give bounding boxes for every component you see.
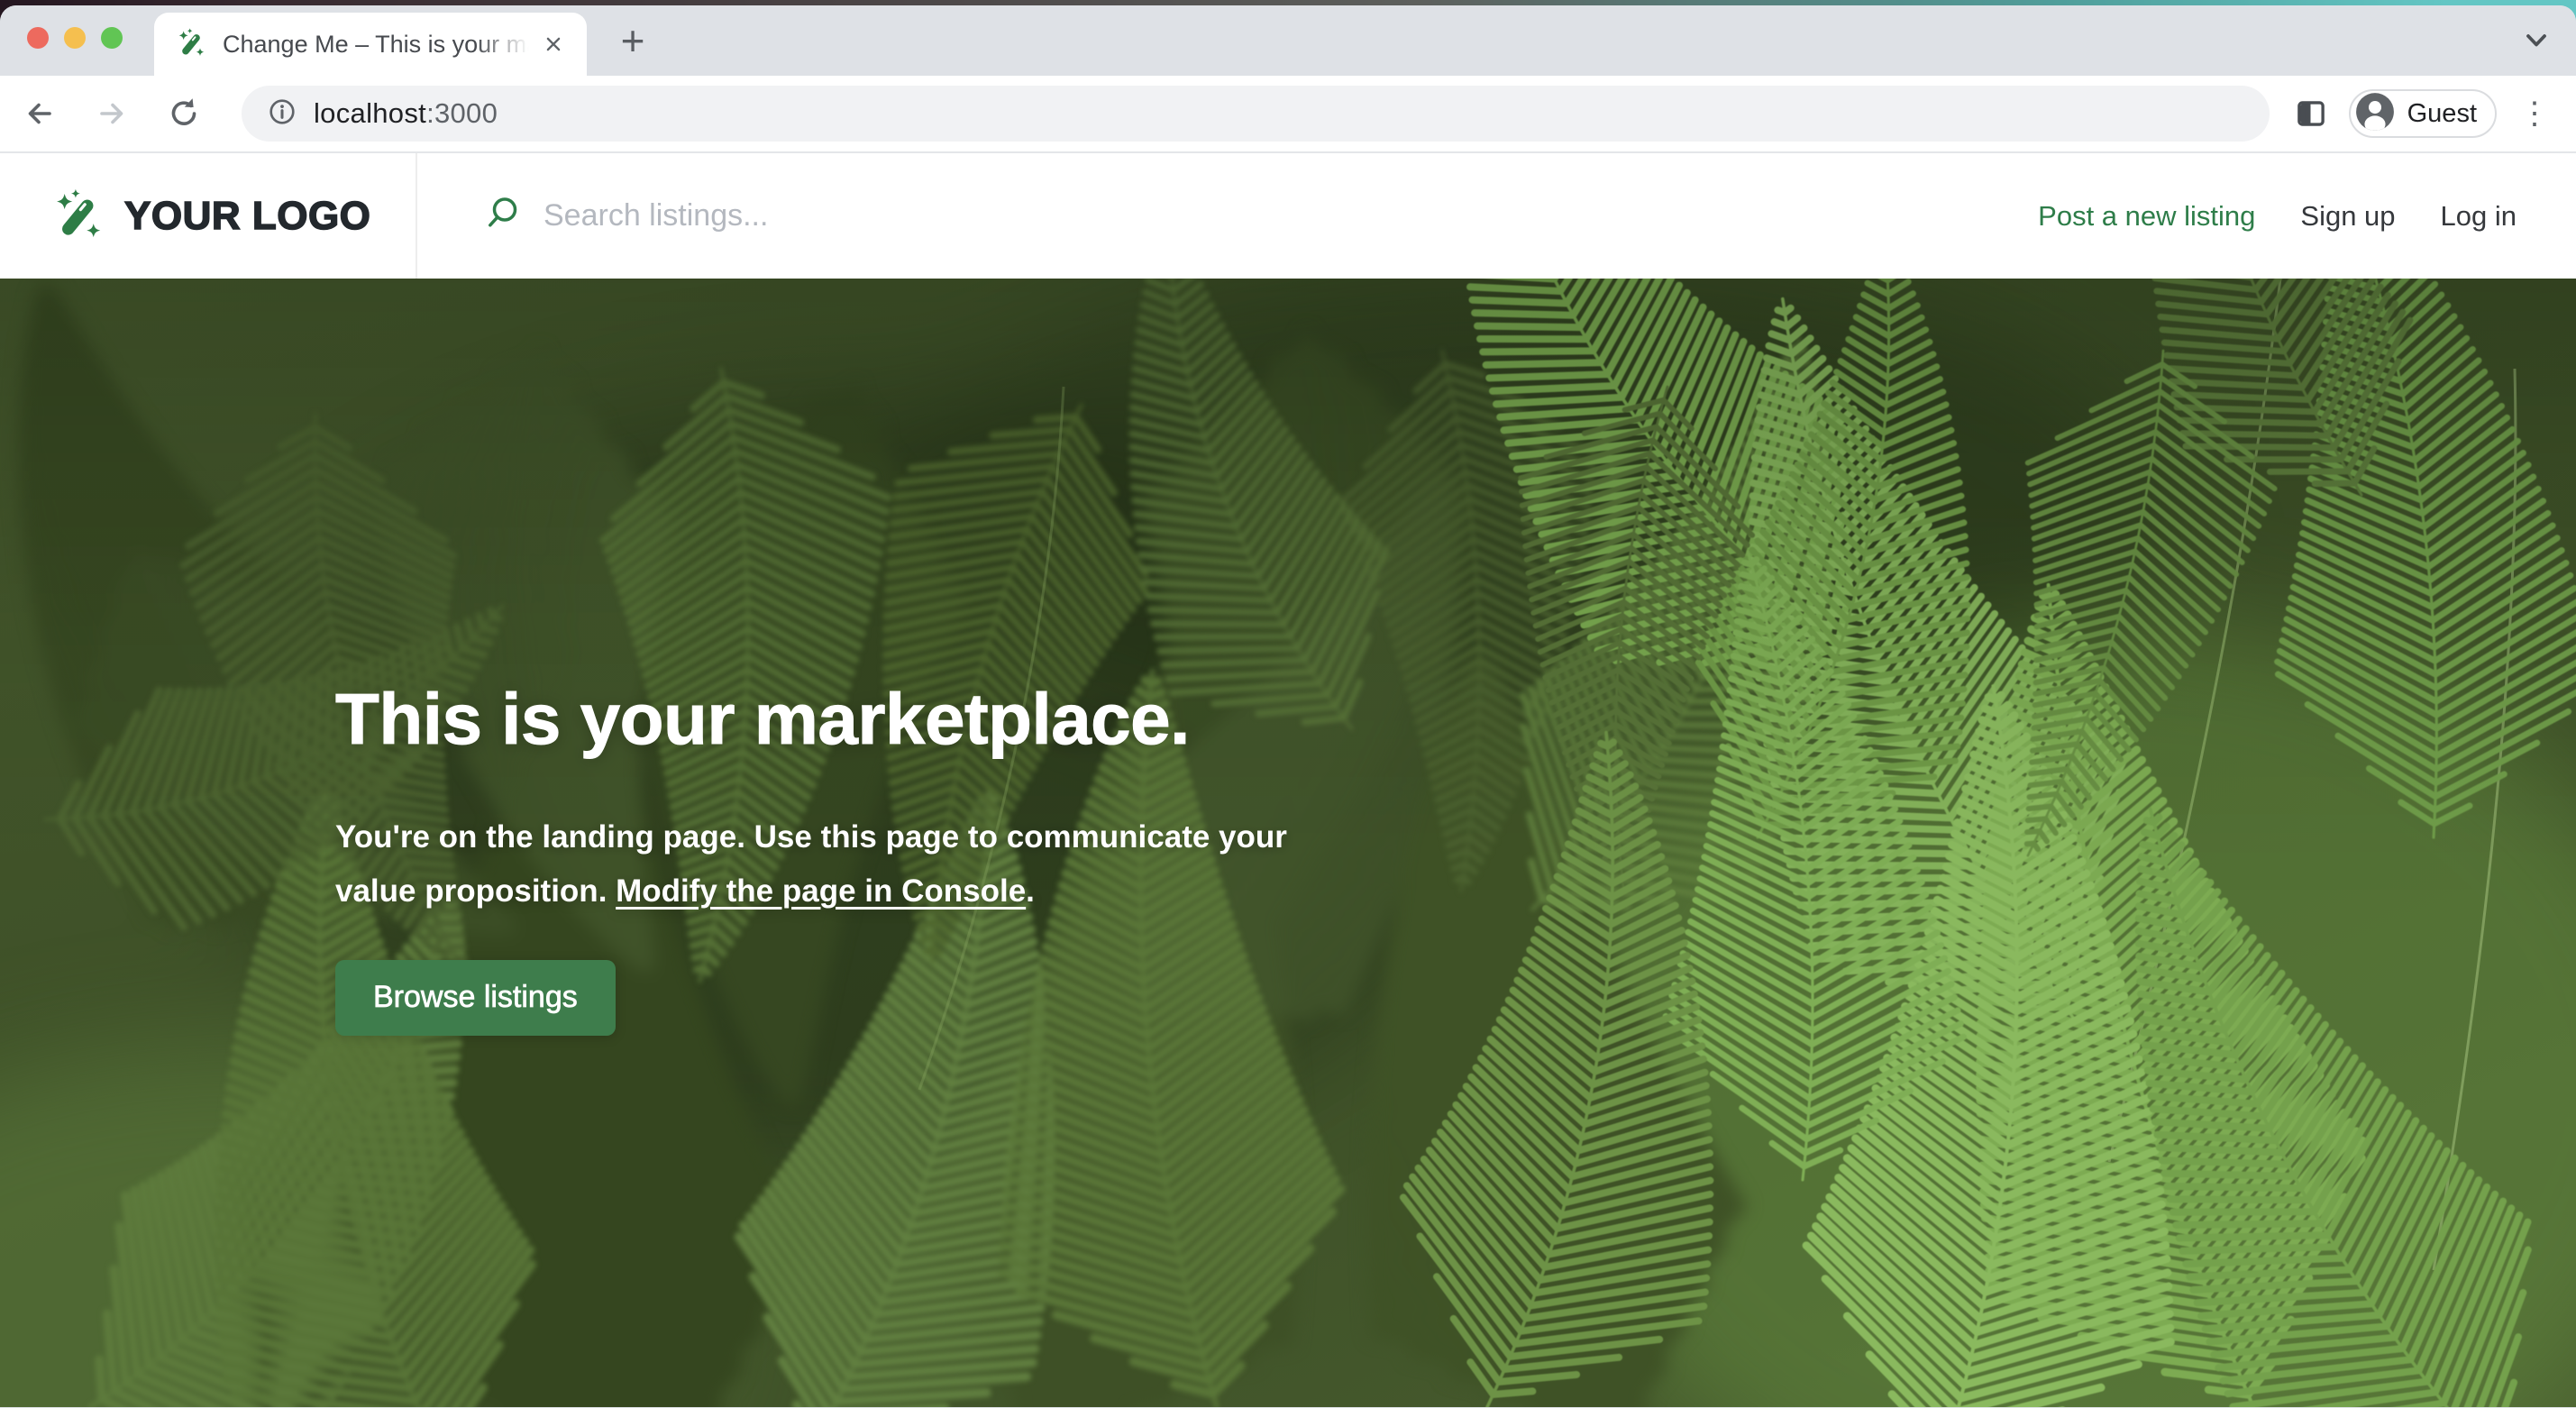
fullscreen-window-button[interactable]: [101, 27, 123, 49]
url-port: :3000: [426, 97, 498, 129]
search-input[interactable]: [544, 198, 1192, 233]
browser-tab[interactable]: Change Me – This is your marketplace: [154, 13, 587, 76]
hero-description: You're on the landing page. Use this pag…: [335, 810, 1287, 919]
profile-label: Guest: [2407, 99, 2477, 129]
sign-up-link[interactable]: Sign up: [2300, 200, 2395, 233]
minimize-window-button[interactable]: [64, 27, 86, 49]
post-new-listing-link[interactable]: Post a new listing: [2038, 200, 2255, 233]
logo-magic-wand-icon: [54, 188, 105, 243]
hero-description-line1: You're on the landing page. Use this pag…: [335, 810, 1287, 864]
back-icon[interactable]: [20, 94, 59, 133]
url-text: localhost:3000: [314, 97, 498, 130]
window-controls: [27, 27, 123, 49]
browser-window: Change Me – This is your marketplace +: [0, 5, 2576, 1408]
logo-link[interactable]: YOUR LOGO: [0, 153, 417, 279]
hero-description-period: .: [1026, 873, 1035, 909]
logo-text: YOUR LOGO: [124, 194, 370, 239]
guest-avatar-icon: [2355, 92, 2395, 136]
marketplace-page: YOUR LOGO Post a new listing Sign up Log…: [0, 153, 2576, 1407]
tab-close-icon[interactable]: [538, 29, 569, 59]
tab-title: Change Me – This is your marketplace: [223, 31, 538, 59]
tab-search-chevron-down-icon[interactable]: [2520, 5, 2553, 76]
forward-icon[interactable]: [92, 94, 132, 133]
close-window-button[interactable]: [27, 27, 49, 49]
tab-favicon-magic-wand-icon: [178, 28, 206, 61]
browser-toolbar: localhost:3000 Guest ⋮: [0, 76, 2576, 153]
url-host: localhost: [314, 97, 426, 129]
hero-section: This is your marketplace. You're on the …: [0, 279, 2576, 1407]
modify-in-console-link[interactable]: Modify the page in Console: [616, 873, 1026, 909]
profile-button[interactable]: Guest: [2349, 89, 2497, 138]
hero-description-line2: value proposition. Modify the page in Co…: [335, 864, 1287, 919]
browser-menu-kebab-icon[interactable]: ⋮: [2517, 94, 2553, 133]
hero-description-line2-text: value proposition.: [335, 873, 616, 909]
tab-strip: Change Me – This is your marketplace +: [0, 5, 2576, 76]
browse-listings-button[interactable]: Browse listings: [335, 960, 616, 1036]
log-in-link[interactable]: Log in: [2441, 200, 2517, 233]
search-icon: [482, 194, 522, 238]
side-panel-icon[interactable]: [2291, 94, 2331, 133]
address-bar[interactable]: localhost:3000: [242, 86, 2270, 142]
site-info-icon[interactable]: [267, 96, 297, 132]
site-header: YOUR LOGO Post a new listing Sign up Log…: [0, 153, 2576, 279]
header-nav: Post a new listing Sign up Log in: [2038, 153, 2576, 279]
hero-content: This is your marketplace. You're on the …: [335, 279, 1287, 1036]
reload-icon[interactable]: [164, 94, 204, 133]
hero-title: This is your marketplace.: [335, 679, 1287, 760]
search-bar: [417, 153, 2038, 279]
new-tab-button[interactable]: +: [609, 5, 656, 76]
